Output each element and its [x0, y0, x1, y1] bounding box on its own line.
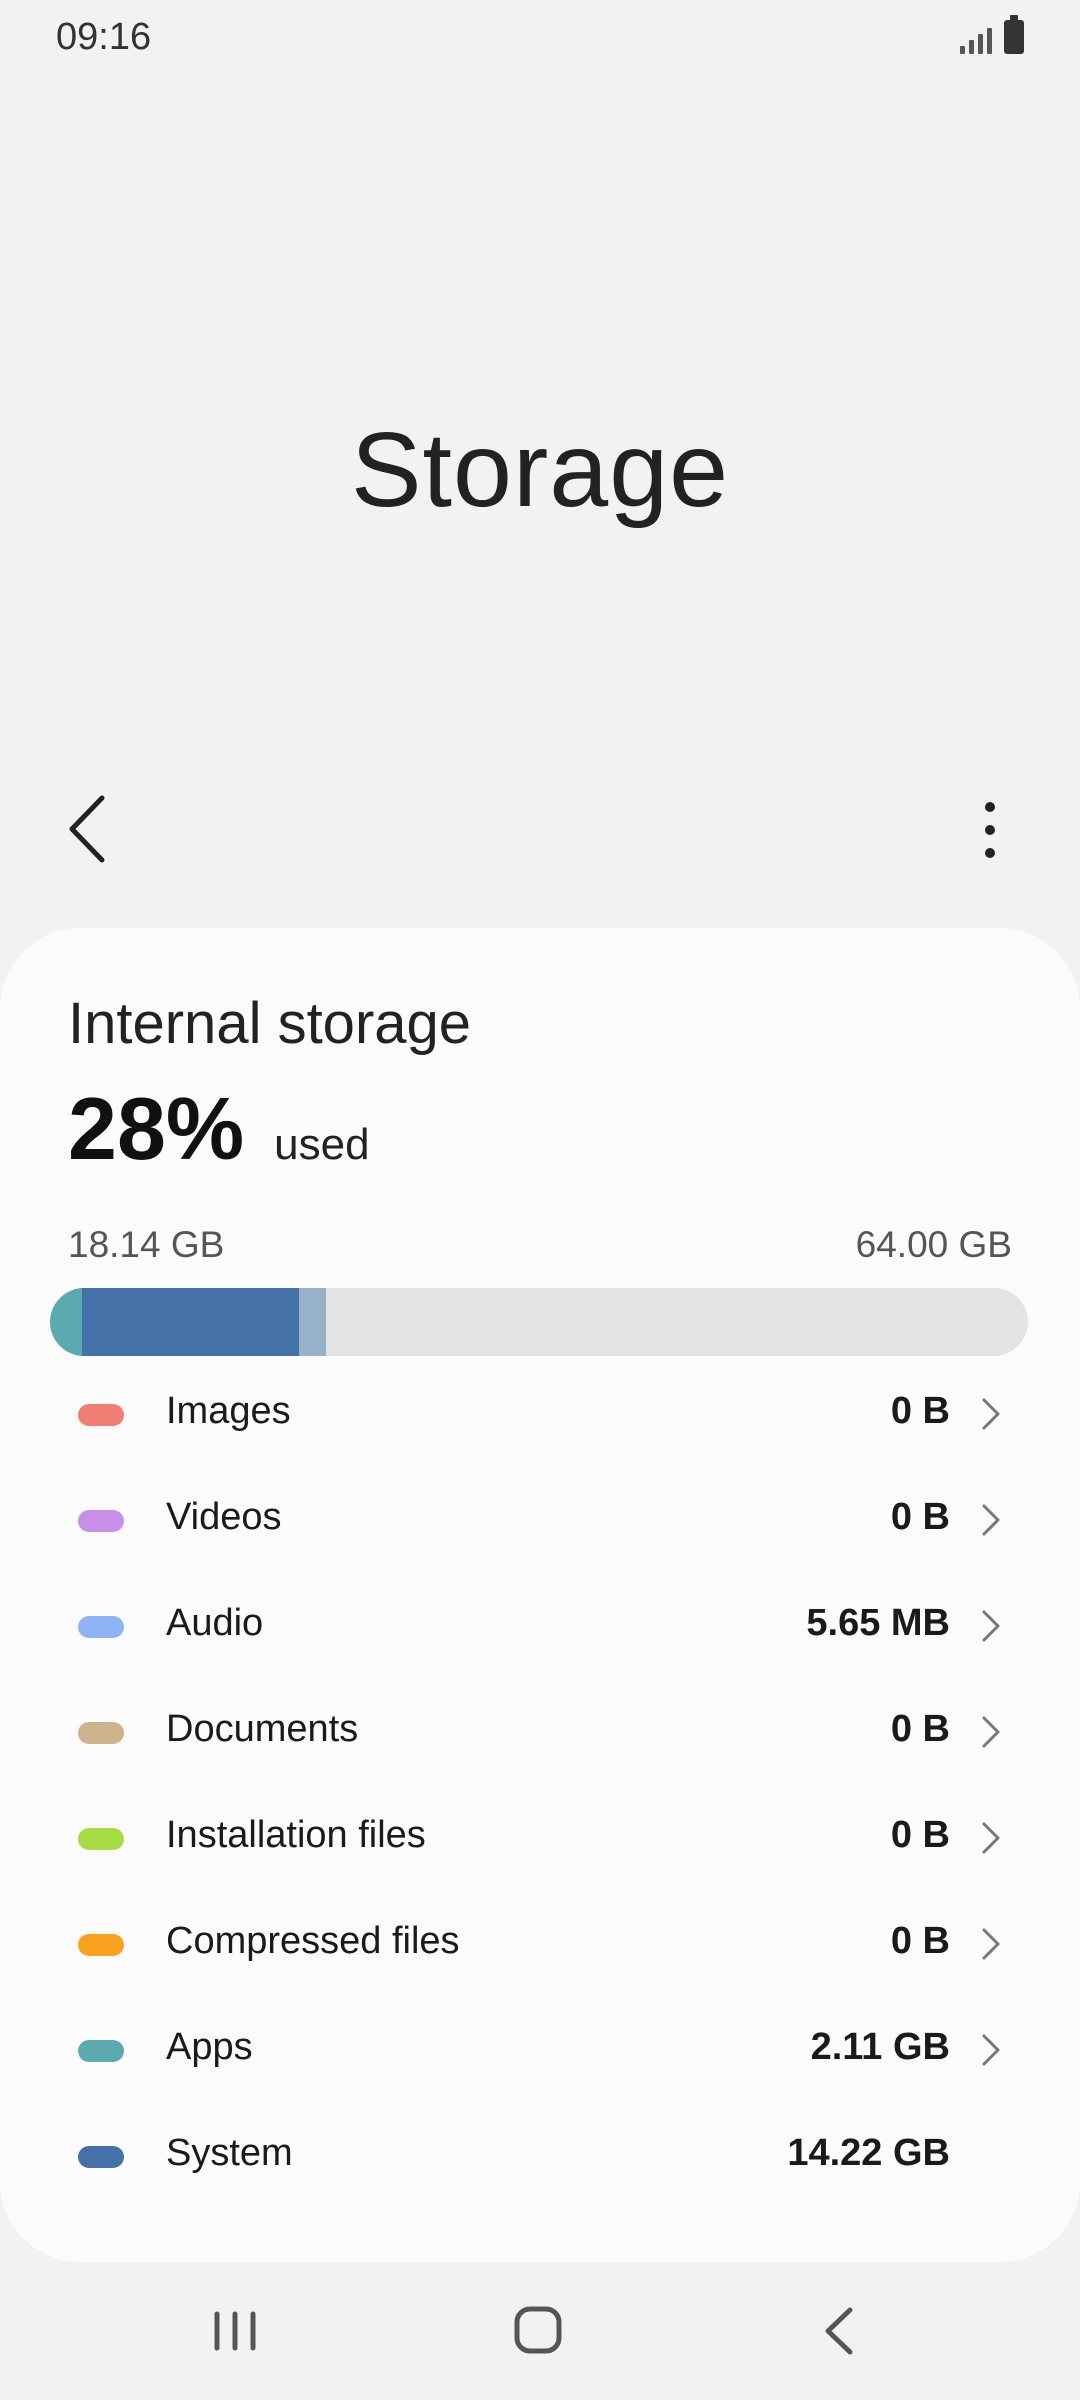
- recents-icon: [214, 2311, 256, 2351]
- more-options-button[interactable]: [960, 795, 1020, 865]
- category-color-dot: [78, 2146, 124, 2168]
- chevron-right-icon: [982, 1716, 1000, 1748]
- chevron-right-icon: [982, 2034, 1000, 2066]
- storage-bar-segment-other: [299, 1288, 326, 1356]
- category-color-dot: [78, 1828, 124, 1850]
- page-title: Storage: [350, 411, 730, 529]
- recents-button[interactable]: [205, 2306, 265, 2356]
- status-time: 09:16: [56, 16, 152, 58]
- storage-title: Internal storage: [68, 991, 472, 1056]
- category-label: Documents: [166, 1708, 359, 1750]
- navigation-bar: [0, 2262, 1080, 2400]
- category-list: Images 0 B Videos 0 B Audio 5.65 MB Documents 0…: [0, 1360, 1080, 2208]
- category-size: 2.11 GB: [810, 2026, 950, 2068]
- used-label: used: [274, 1120, 370, 1169]
- category-color-dot: [78, 1404, 124, 1426]
- home-button[interactable]: [512, 2304, 564, 2356]
- category-color-dot: [78, 1934, 124, 1956]
- category-size: 14.22 GB: [787, 2132, 950, 2174]
- category-label: Installation files: [166, 1814, 426, 1856]
- category-item-installation-files[interactable]: Installation files 0 B: [0, 1784, 1080, 1890]
- category-color-dot: [78, 1616, 124, 1638]
- battery-icon: [1004, 15, 1024, 54]
- storage-usage-bar: [50, 1288, 1028, 1356]
- category-size: 0 B: [890, 1814, 950, 1856]
- category-size: 0 B: [890, 1708, 950, 1750]
- status-icons: [960, 15, 1024, 54]
- category-item-apps[interactable]: Apps 2.11 GB: [0, 1996, 1080, 2102]
- category-color-dot: [78, 1722, 124, 1744]
- chevron-right-icon: [982, 1504, 1000, 1536]
- category-size: 0 B: [890, 1390, 950, 1432]
- used-amount: 18.14 GB: [68, 1224, 225, 1265]
- category-label: Audio: [166, 1602, 264, 1644]
- back-icon: [825, 2307, 853, 2355]
- category-size: 5.65 MB: [806, 1602, 950, 1644]
- usage-summary: 28% used: [68, 1078, 370, 1180]
- home-icon: [514, 2306, 562, 2354]
- category-item-documents[interactable]: Documents 0 B: [0, 1678, 1080, 1784]
- category-item-compressed-files[interactable]: Compressed files 0 B: [0, 1890, 1080, 1996]
- signal-icon: [960, 22, 992, 54]
- total-amount: 64.00 GB: [855, 1224, 1012, 1265]
- category-size: 0 B: [890, 1496, 950, 1538]
- more-vertical-icon: [985, 802, 995, 858]
- back-chevron-icon: [69, 795, 105, 863]
- chevron-right-icon: [982, 1398, 1000, 1430]
- chevron-right-icon: [982, 1610, 1000, 1642]
- used-percent: 28%: [68, 1079, 245, 1178]
- nav-back-button[interactable]: [820, 2304, 860, 2358]
- category-color-dot: [78, 2040, 124, 2062]
- category-item-videos[interactable]: Videos 0 B: [0, 1466, 1080, 1572]
- storage-card: Internal storage 28% used 18.14 GB 64.00…: [0, 928, 1080, 2262]
- category-label: Images: [166, 1390, 291, 1432]
- category-item-images[interactable]: Images 0 B: [0, 1360, 1080, 1466]
- category-label: Compressed files: [166, 1920, 460, 1962]
- category-item-system[interactable]: System 14.22 GB: [0, 2102, 1080, 2208]
- chevron-right-icon: [982, 1822, 1000, 1854]
- status-bar: 09:16: [0, 0, 1080, 80]
- category-label: Apps: [166, 2026, 253, 2068]
- category-size: 0 B: [890, 1920, 950, 1962]
- chevron-right-icon: [982, 1928, 1000, 1960]
- category-label: Videos: [166, 1496, 282, 1538]
- back-button[interactable]: [62, 790, 118, 868]
- category-label: System: [166, 2132, 293, 2174]
- storage-bar-segment-system: [82, 1288, 299, 1356]
- category-item-audio[interactable]: Audio 5.65 MB: [0, 1572, 1080, 1678]
- category-color-dot: [78, 1510, 124, 1532]
- storage-bar-segment-apps: [50, 1288, 82, 1356]
